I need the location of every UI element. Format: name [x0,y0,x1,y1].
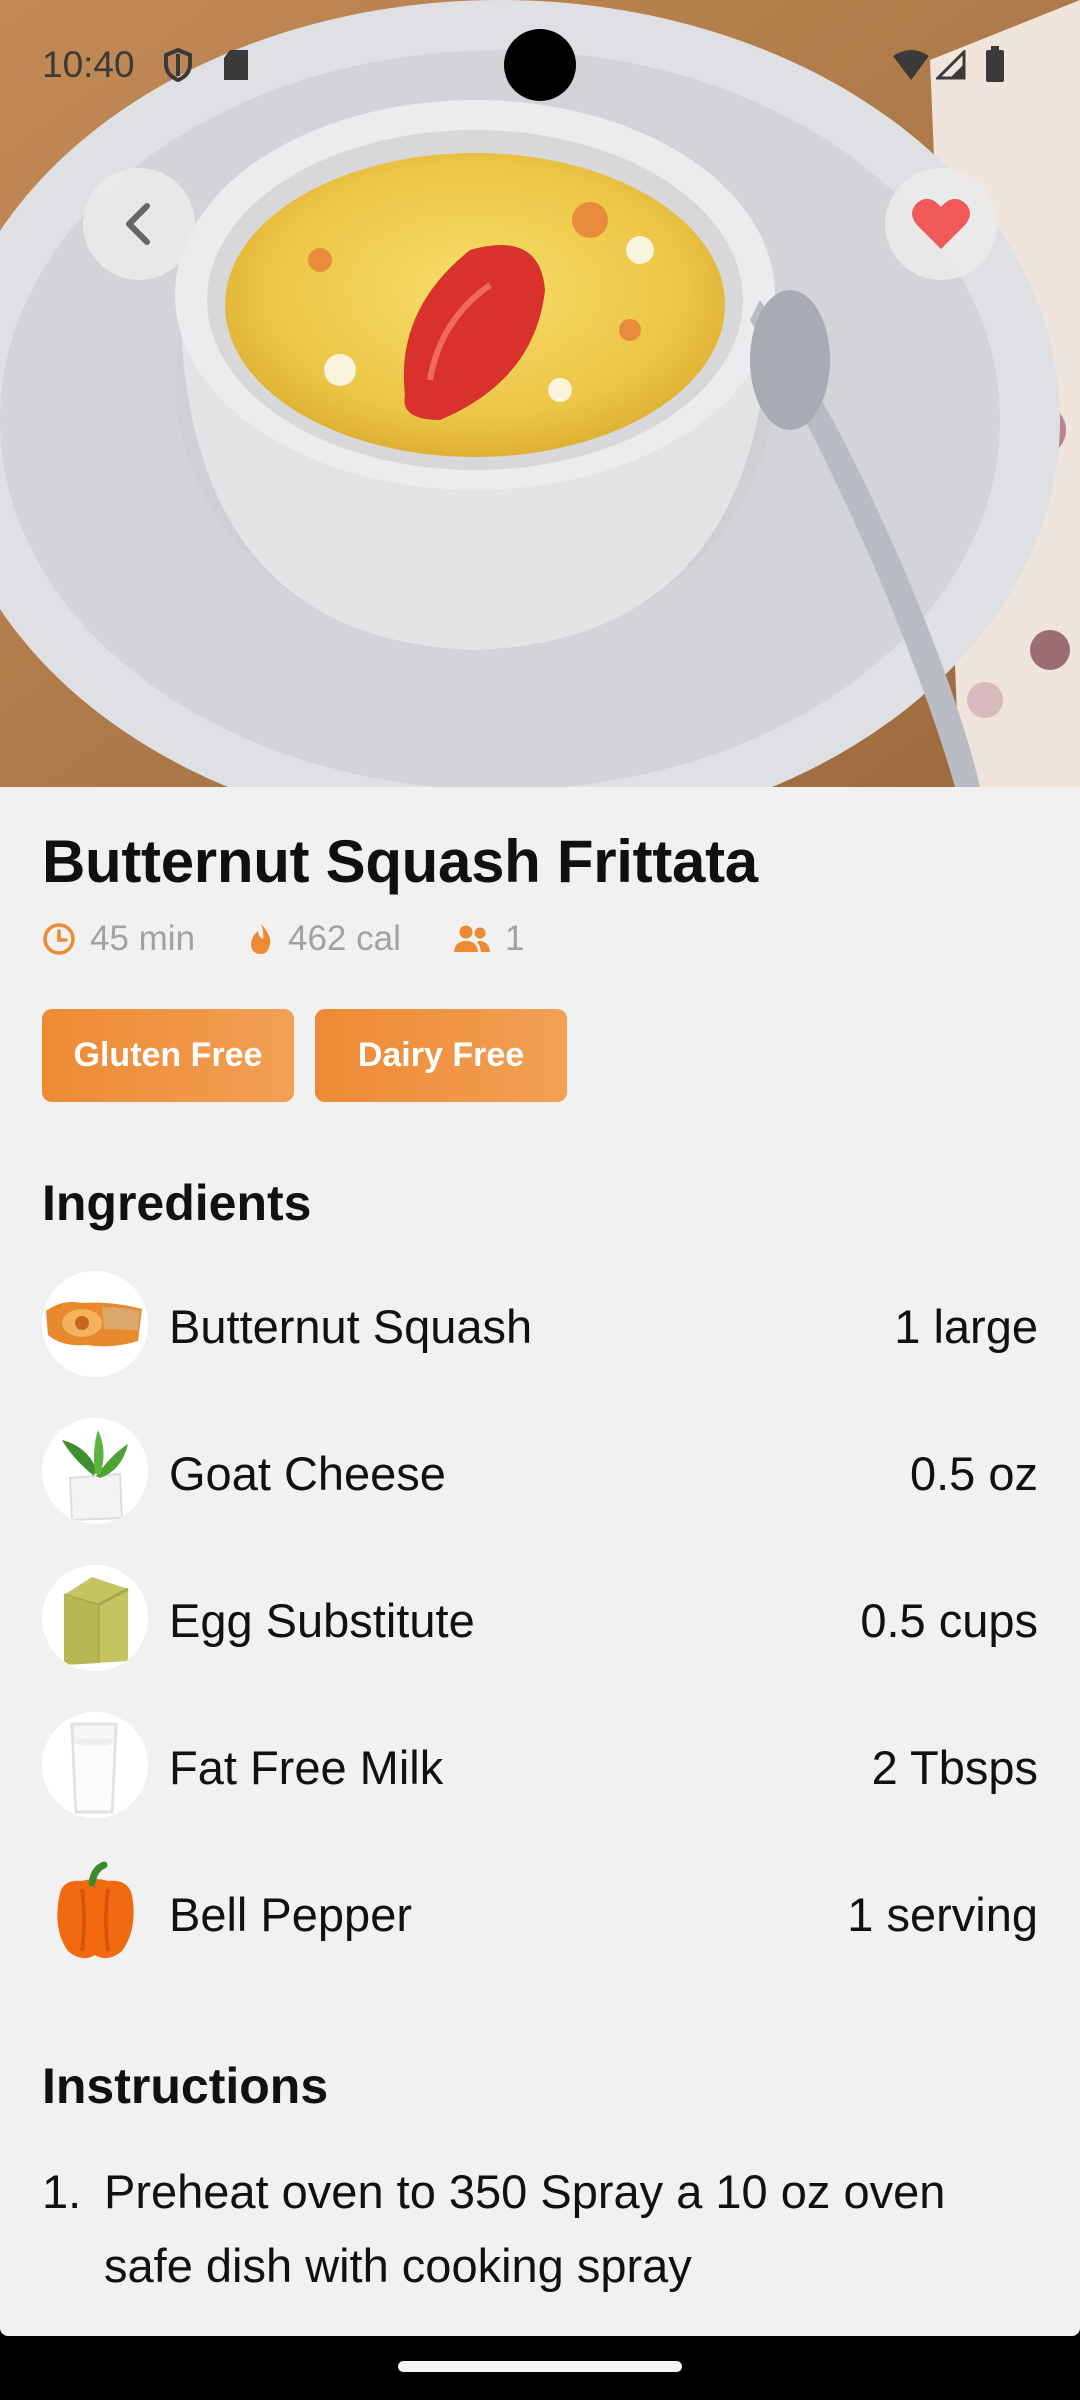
flame-icon [251,924,271,954]
shield-status-icon [163,47,193,87]
ingredients-heading: Ingredients [42,1175,312,1231]
servings: 1 [453,919,524,959]
prep-time-value: 45 min [90,919,196,958]
ingredient-row: Goat Cheese 0.5 oz [42,1418,1038,1524]
front-camera-cutout [504,29,576,101]
ingredient-amount: 1 serving [847,1888,1038,1941]
ingredient-name: Egg Substitute [169,1594,475,1647]
ingredient-amount: 0.5 cups [860,1594,1038,1647]
step-number: 1. [42,2165,82,2218]
ingredient-name: Goat Cheese [169,1447,446,1500]
calories-value: 462 cal [288,919,401,958]
wifi-icon [891,50,931,85]
ingredient-name: Fat Free Milk [169,1741,444,1794]
prep-time: 45 min [42,919,195,959]
servings-value: 1 [505,919,525,958]
recipe-title: Butternut Squash Frittata [42,828,758,895]
milk-glass-icon [42,1712,148,1818]
clock-icon [43,923,75,955]
ingredient-amount: 1 large [894,1300,1038,1353]
recipe-detail-screen: 10:40 Butternut Squash Frittata 45 min 4… [0,0,1080,2336]
tag-gluten-free[interactable]: Gluten Free [42,1009,294,1102]
ingredient-row: Fat Free Milk 2 Tbsps [42,1712,1038,1818]
ingredient-row: Butternut Squash 1 large [42,1271,1038,1377]
status-bar: 10:40 [0,0,1080,134]
instructions-heading: Instructions [42,2058,329,2114]
people-icon [454,925,490,952]
ingredient-amount: 2 Tbsps [871,1741,1038,1794]
ingredient-amount: 0.5 oz [909,1447,1038,1500]
bell-pepper-icon [42,1859,148,1965]
ingredient-row: Bell Pepper 1 serving [42,1859,1038,1965]
ingredient-name: Bell Pepper [169,1888,412,1941]
heart-icon [912,198,970,249]
gesture-navigation-handle[interactable] [398,2361,682,2372]
ingredient-name: Butternut Squash [169,1300,533,1353]
favorite-button[interactable] [885,168,997,280]
ingredient-row: Egg Substitute 0.5 cups [42,1565,1038,1671]
goat-cheese-icon [42,1418,148,1524]
chevron-left-icon [126,203,150,245]
battery-icon [985,46,1005,87]
sd-card-icon [222,48,250,87]
step-text: Preheat oven to 350 Spray a 10 oz oven s… [104,2165,946,2292]
egg-substitute-carton-icon [42,1565,148,1671]
cellular-signal-icon [934,48,966,85]
tag-dairy-free[interactable]: Dairy Free [315,1009,567,1102]
butternut-squash-icon [42,1271,148,1377]
back-button[interactable] [83,168,195,280]
status-time: 10:40 [42,44,135,85]
calories: 462 cal [248,919,401,959]
